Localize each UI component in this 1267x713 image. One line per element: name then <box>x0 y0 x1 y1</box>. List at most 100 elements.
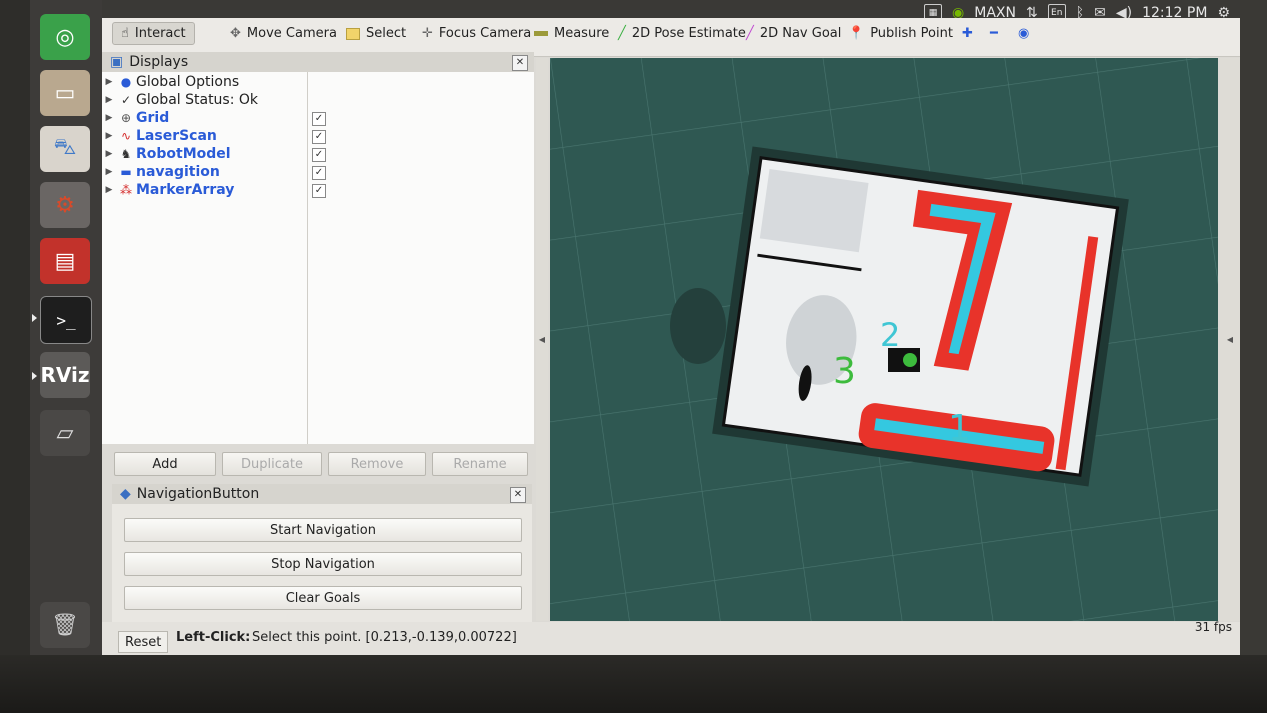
render-view[interactable]: 2 3 1 <box>550 58 1218 621</box>
tool-2d-pose-estimate[interactable]: ╱ 2D Pose Estimate <box>618 26 746 41</box>
robot-model-icon: ♞ <box>120 147 132 161</box>
laserscan-checkbox[interactable]: ✓ <box>312 130 326 144</box>
tree-item-label: LaserScan <box>136 128 217 144</box>
expand-arrow-icon[interactable]: ▶ <box>102 185 116 195</box>
globe-icon: ● <box>120 75 132 89</box>
tree-item-robotmodel[interactable]: ▶ ♞ RobotModel <box>102 145 231 163</box>
tool-label: Move Camera <box>246 26 337 41</box>
trash-icon[interactable]: 🗑 <box>40 602 90 648</box>
add-tool-button[interactable]: ✚ <box>962 26 973 41</box>
system-settings-icon[interactable]: ⚙ <box>40 182 90 228</box>
move-camera-icon: ✥ <box>230 26 241 41</box>
monitor-bezel-bottom <box>0 655 1267 713</box>
laserscan-icon: ∿ <box>120 129 132 143</box>
waypoint-label-1: 1 <box>948 408 971 449</box>
navigation-panel-header: ◆ NavigationButton ✕ <box>112 484 532 504</box>
tree-item-label: Grid <box>136 110 170 126</box>
obstacle-shadow <box>670 288 726 364</box>
displays-tree: ▶ ● Global Options ▶ ✓ Global Status: Ok ▶ ⊕ G… <box>102 72 534 444</box>
select-icon <box>346 27 360 40</box>
tool-label: Measure <box>554 26 610 41</box>
tree-item-global-options[interactable]: ▶ ● Global Options <box>102 73 240 91</box>
tree-item-label: Global Status: Ok <box>136 92 259 108</box>
start-navigation-button[interactable]: Start Navigation <box>124 518 522 542</box>
rviz-icon[interactable]: RViz <box>40 352 90 398</box>
grid-checkbox[interactable]: ✓ <box>312 112 326 126</box>
tool-options-button[interactable]: ◉ <box>1018 26 1029 41</box>
tool-measure[interactable]: Measure <box>534 26 609 41</box>
running-indicator <box>32 372 37 380</box>
measure-icon <box>534 31 548 36</box>
tree-item-grid[interactable]: ▶ ⊕ Grid <box>102 109 170 127</box>
navagition-checkbox[interactable]: ✓ <box>312 166 326 180</box>
right-panel-splitter[interactable]: ◀ <box>1220 58 1240 621</box>
files-icon[interactable]: ▭ <box>40 70 90 116</box>
tree-item-navagition[interactable]: ▶ ▬ navagition <box>102 163 220 181</box>
monitor-bezel-right <box>1240 0 1267 713</box>
clear-goals-button[interactable]: Clear Goals <box>124 586 522 610</box>
expand-arrow-icon[interactable]: ▶ <box>102 95 116 105</box>
tool-focus-camera[interactable]: ✛ Focus Camera <box>422 26 531 41</box>
duplicate-button[interactable]: Duplicate <box>222 452 322 476</box>
robot-marker <box>903 353 917 367</box>
monitor-icon: ▣ <box>110 54 124 70</box>
drive-icon[interactable]: ▱ <box>40 410 90 456</box>
diamond-icon: ◆ <box>120 486 131 502</box>
minus-icon: ━ <box>990 26 998 41</box>
tool-label: Interact <box>134 26 186 41</box>
free-space-shade <box>759 169 869 253</box>
software-center-icon[interactable]: ⛍ <box>40 126 90 172</box>
navigation-panel-title: NavigationButton <box>136 486 260 502</box>
tool-publish-point[interactable]: 📍 Publish Point <box>848 26 953 41</box>
publish-point-icon: 📍 <box>848 26 865 41</box>
tree-item-markerarray[interactable]: ▶ ⁂ MarkerArray <box>102 181 235 199</box>
add-button[interactable]: Add <box>114 452 216 476</box>
close-icon[interactable]: ✕ <box>510 487 526 503</box>
expand-arrow-icon[interactable]: ▶ <box>102 77 116 87</box>
map-canvas: 2 3 1 <box>550 58 1218 621</box>
expand-arrow-icon[interactable]: ▶ <box>102 113 116 123</box>
remove-tool-button[interactable]: ━ <box>990 26 998 41</box>
plus-icon: ✚ <box>962 26 973 41</box>
expand-arrow-icon[interactable]: ▶ <box>102 149 116 159</box>
rename-button[interactable]: Rename <box>432 452 528 476</box>
stop-navigation-button[interactable]: Stop Navigation <box>124 552 522 576</box>
grid-icon: ⊕ <box>120 111 132 125</box>
remove-button[interactable]: Remove <box>328 452 426 476</box>
system-monitor-icon[interactable]: ▤ <box>40 238 90 284</box>
left-panel-splitter[interactable]: ◀ <box>536 58 548 621</box>
expand-arrow-icon[interactable]: ▶ <box>102 131 116 141</box>
tree-item-label: navagition <box>136 164 220 180</box>
markerarray-checkbox[interactable]: ✓ <box>312 184 326 198</box>
tool-label: 2D Nav Goal <box>759 26 842 41</box>
close-icon[interactable]: ✕ <box>512 55 528 71</box>
monitor-bezel-left <box>0 0 30 713</box>
tree-item-global-status[interactable]: ▶ ✓ Global Status: Ok <box>102 91 258 109</box>
tool-move-camera[interactable]: ✥ Move Camera <box>230 26 337 41</box>
focus-camera-icon: ✛ <box>422 26 433 41</box>
pose-estimate-icon: ╱ <box>618 26 626 41</box>
tree-item-laserscan[interactable]: ▶ ∿ LaserScan <box>102 127 217 145</box>
ubuntu-home-icon[interactable]: ◎ <box>40 14 90 60</box>
expand-arrow-icon[interactable]: ▶ <box>102 167 116 177</box>
screen: ▦ ◉ MAXN ⇅ En ᛒ ✉ ◀) 12:12 PM ⚙ ◎ ▭ ⛍ ⚙ … <box>30 0 1240 655</box>
waypoint-label-3: 3 <box>833 351 856 392</box>
tool-label: Select <box>366 26 407 41</box>
terminal-icon[interactable]: >_ <box>40 296 92 344</box>
tree-column-divider <box>307 72 308 444</box>
reset-button[interactable]: Reset <box>118 631 169 653</box>
waypoint-label-2: 2 <box>880 316 900 354</box>
rviz-icon-label: RViz <box>40 363 90 387</box>
tool-interact[interactable]: ☝ Interact <box>112 22 195 45</box>
tool-label: Focus Camera <box>438 26 532 41</box>
navigation-button-panel: ◆ NavigationButton ✕ Start Navigation St… <box>112 484 532 624</box>
nav-goal-icon: ╱ <box>746 26 754 41</box>
robotmodel-checkbox[interactable]: ✓ <box>312 148 326 162</box>
tree-item-label: RobotModel <box>136 146 231 162</box>
tool-2d-nav-goal[interactable]: ╱ 2D Nav Goal <box>746 26 841 41</box>
status-bar: Reset Left-Click: Select this point. [0.… <box>102 620 1240 655</box>
fps-counter: 31 fps <box>1194 620 1232 634</box>
folder-icon: ▬ <box>120 165 132 179</box>
tool-select[interactable]: Select <box>346 26 406 41</box>
tree-item-label: MarkerArray <box>136 182 235 198</box>
